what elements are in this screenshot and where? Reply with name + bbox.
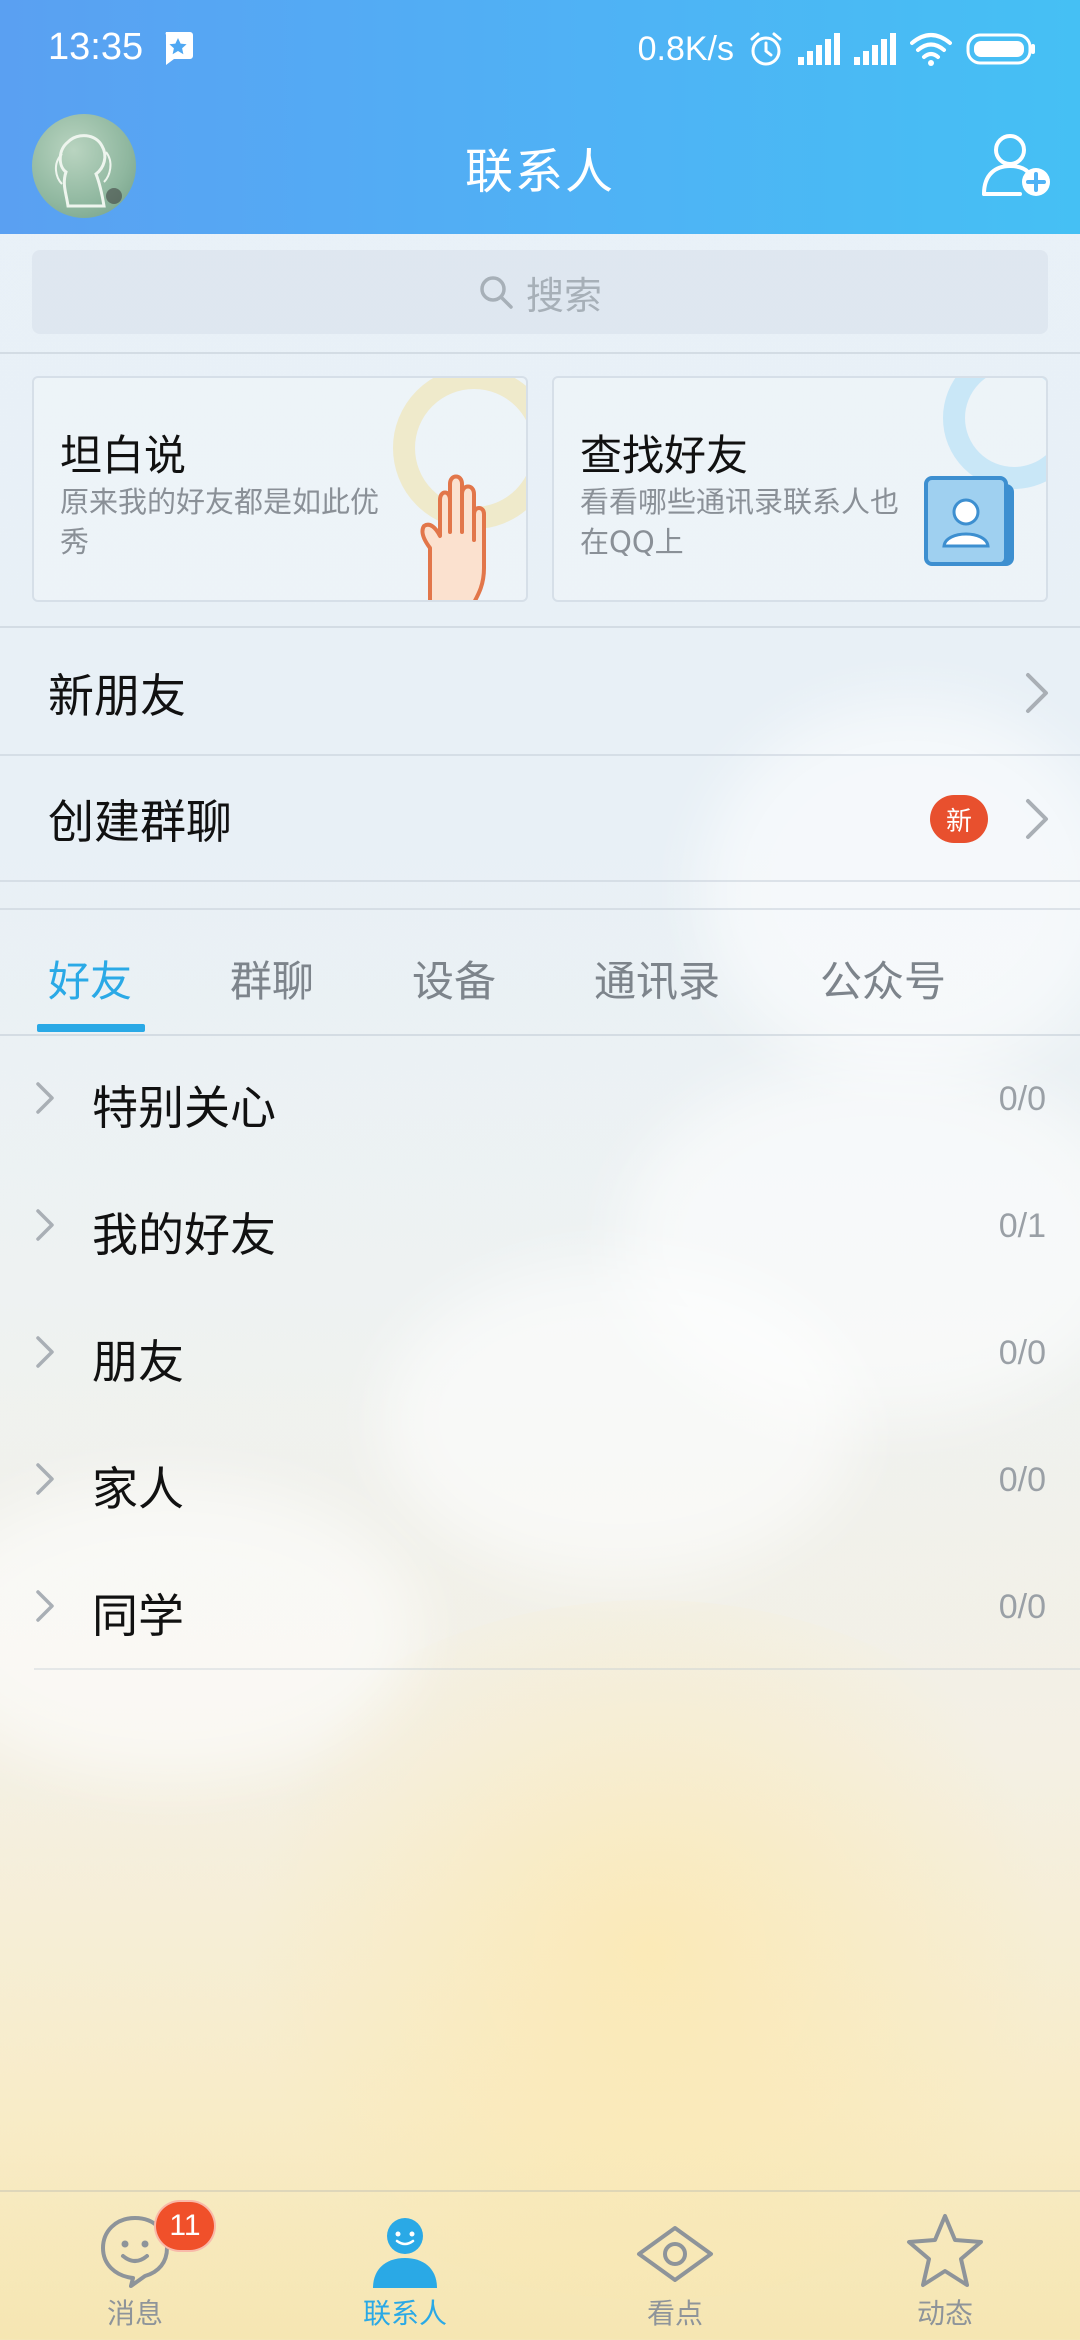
nav-label: 看点 xyxy=(646,2297,703,2330)
card-tanbaishuo[interactable]: 坦白说 原来我的好友都是如此优秀 xyxy=(32,376,528,602)
friend-group-row[interactable]: 我的好友 0/1 xyxy=(0,1163,1080,1290)
group-name: 我的好友 xyxy=(92,1208,276,1262)
battery-icon xyxy=(966,33,1035,65)
nav-messages[interactable]: 11 消息 xyxy=(0,2192,270,2340)
card-title: 查找好友 xyxy=(580,431,749,480)
active-tab-indicator xyxy=(37,1024,145,1032)
wifi-icon xyxy=(910,33,952,66)
group-name: 特别关心 xyxy=(92,1081,276,1135)
nav-label: 动态 xyxy=(916,2297,973,2330)
create-group-row[interactable]: 创建群聊 新 xyxy=(0,756,1080,882)
group-name: 家人 xyxy=(92,1462,184,1516)
chevron-right-icon xyxy=(36,1463,54,1495)
nav-feed[interactable]: 动态 xyxy=(810,2192,1080,2340)
card-title: 坦白说 xyxy=(60,431,187,480)
signal-icon xyxy=(854,33,896,65)
friend-group-row[interactable]: 朋友 0/0 xyxy=(0,1290,1080,1417)
signal-icon xyxy=(798,33,840,65)
group-count: 0/0 xyxy=(998,1334,1046,1372)
nav-label: 消息 xyxy=(106,2297,163,2330)
group-count: 0/0 xyxy=(998,1461,1046,1499)
bottom-nav: 11 消息 联系人 看点 动态 xyxy=(0,2190,1080,2340)
alarm-icon xyxy=(750,32,782,66)
new-friends-row[interactable]: 新朋友 xyxy=(0,630,1080,756)
chevron-right-icon xyxy=(36,1590,54,1622)
group-name: 同学 xyxy=(92,1589,184,1643)
star-icon xyxy=(907,2214,983,2287)
add-contact-icon[interactable] xyxy=(980,130,1054,200)
app-header: 13:35 0.8K/s 联系人 xyxy=(0,0,1080,234)
network-speed: 0.8K/s xyxy=(637,29,734,68)
nav-contacts[interactable]: 联系人 xyxy=(270,2192,540,2340)
search-input[interactable]: 搜索 xyxy=(32,250,1048,334)
group-count: 0/0 xyxy=(998,1588,1046,1626)
group-name: 朋友 xyxy=(92,1335,184,1389)
friend-group-row[interactable]: 家人 0/0 xyxy=(0,1417,1080,1544)
new-badge: 新 xyxy=(930,795,988,843)
friend-group-row[interactable]: 特别关心 0/0 xyxy=(0,1036,1080,1163)
tab-official-accounts[interactable]: 公众号 xyxy=(820,948,946,1009)
status-time: 13:35 xyxy=(48,26,144,68)
card-description: 原来我的好友都是如此优秀 xyxy=(60,485,380,559)
tab-devices[interactable]: 设备 xyxy=(412,948,496,1009)
chevron-right-icon xyxy=(1026,673,1048,713)
new-friends-label: 新朋友 xyxy=(48,669,186,723)
nav-label: 联系人 xyxy=(362,2297,447,2330)
chevron-right-icon xyxy=(36,1082,54,1114)
unread-badge: 11 xyxy=(154,2200,216,2252)
chevron-right-icon xyxy=(1026,799,1048,839)
tab-address-book[interactable]: 通讯录 xyxy=(594,948,720,1009)
nav-kandian[interactable]: 看点 xyxy=(540,2192,810,2340)
group-count: 0/0 xyxy=(998,1080,1046,1118)
divider xyxy=(0,626,1080,628)
status-bar: 13:35 0.8K/s xyxy=(0,0,1080,100)
hand-icon xyxy=(420,474,486,600)
chevron-right-icon xyxy=(36,1336,54,1368)
group-count: 0/1 xyxy=(998,1207,1046,1245)
friend-group-row[interactable]: 同学 0/0 xyxy=(0,1544,1080,1671)
card-description: 看看哪些通讯录联系人也在QQ上 xyxy=(580,485,900,559)
page-title: 联系人 xyxy=(464,144,615,200)
divider xyxy=(34,1668,1080,1670)
contact-person-icon xyxy=(373,2218,437,2288)
card-find-friends[interactable]: 查找好友 看看哪些通讯录联系人也在QQ上 xyxy=(552,376,1048,602)
divider xyxy=(0,908,1080,910)
tab-friends[interactable]: 好友 xyxy=(48,948,132,1009)
notification-app-icon xyxy=(165,32,193,65)
tab-groups[interactable]: 群聊 xyxy=(230,948,314,1009)
contact-book-icon xyxy=(924,476,1014,566)
chevron-right-icon xyxy=(36,1209,54,1241)
search-icon xyxy=(480,276,513,309)
create-group-label: 创建群聊 xyxy=(48,795,232,849)
eye-icon xyxy=(637,2226,713,2282)
contact-tabs: 好友 群聊 设备 通讯录 公众号 xyxy=(0,908,1080,1036)
divider xyxy=(0,880,1080,882)
search-placeholder: 搜索 xyxy=(525,273,602,318)
divider xyxy=(0,352,1080,354)
